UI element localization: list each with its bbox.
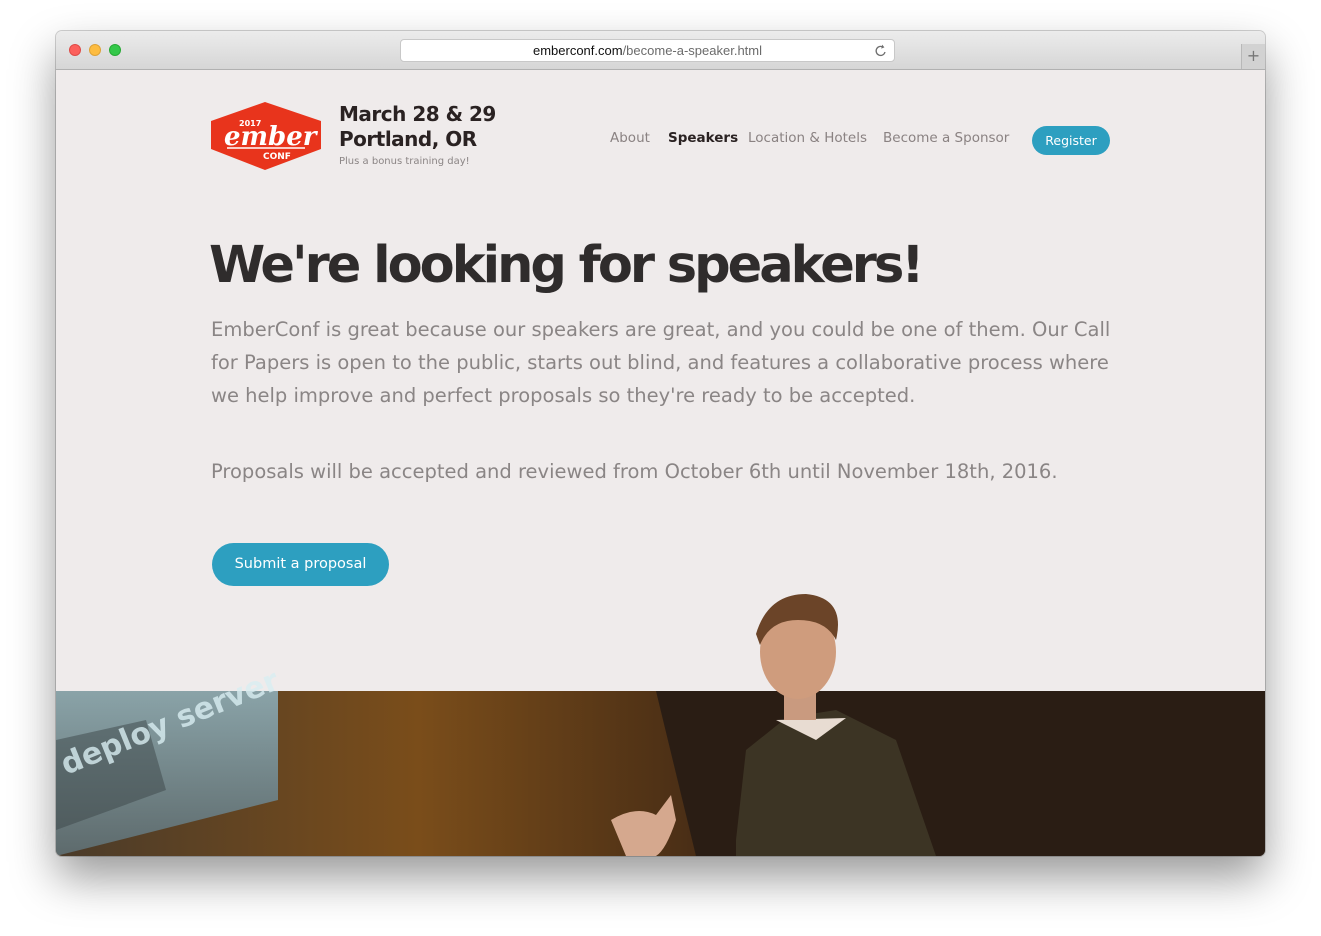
url-host: emberconf.com [532,43,623,58]
url-path: /become-a-speaker.html [622,43,763,58]
event-subtitle: Plus a bonus training day! [339,156,470,167]
reload-icon[interactable] [874,41,888,60]
proposal-dates-paragraph: Proposals will be accepted and reviewed … [211,460,1058,483]
emberconf-logo[interactable]: 2017 ember CONF [211,101,321,171]
nav-about[interactable]: About [610,130,650,146]
zoom-window-button[interactable] [109,44,121,56]
event-dates: March 28 & 29 Portland, OR [339,102,496,152]
nav-location-hotels[interactable]: Location & Hotels [748,130,867,146]
submit-proposal-button[interactable]: Submit a proposal [212,543,389,586]
new-tab-button[interactable]: + [1241,44,1265,69]
event-location: Portland, OR [339,127,477,151]
browser-titlebar: emberconf.com/become-a-speaker.html + [56,31,1265,70]
intro-paragraph: EmberConf is great because our speakers … [211,318,1111,407]
address-bar[interactable]: emberconf.com/become-a-speaker.html [400,39,895,62]
speaker-photo: deploy server [56,590,1265,856]
close-window-button[interactable] [69,44,81,56]
page-content: 2017 ember CONF March 28 & 29 Portland, … [56,70,1265,856]
nav-speakers[interactable]: Speakers [668,130,738,146]
browser-window: emberconf.com/become-a-speaker.html + 20… [56,31,1265,856]
event-date-line1: March 28 & 29 [339,102,496,126]
minimize-window-button[interactable] [89,44,101,56]
page-title: We're looking for speakers! [209,236,925,295]
register-button[interactable]: Register [1032,126,1110,155]
logo-sub: CONF [263,152,291,162]
nav-become-sponsor[interactable]: Become a Sponsor [883,130,1009,146]
